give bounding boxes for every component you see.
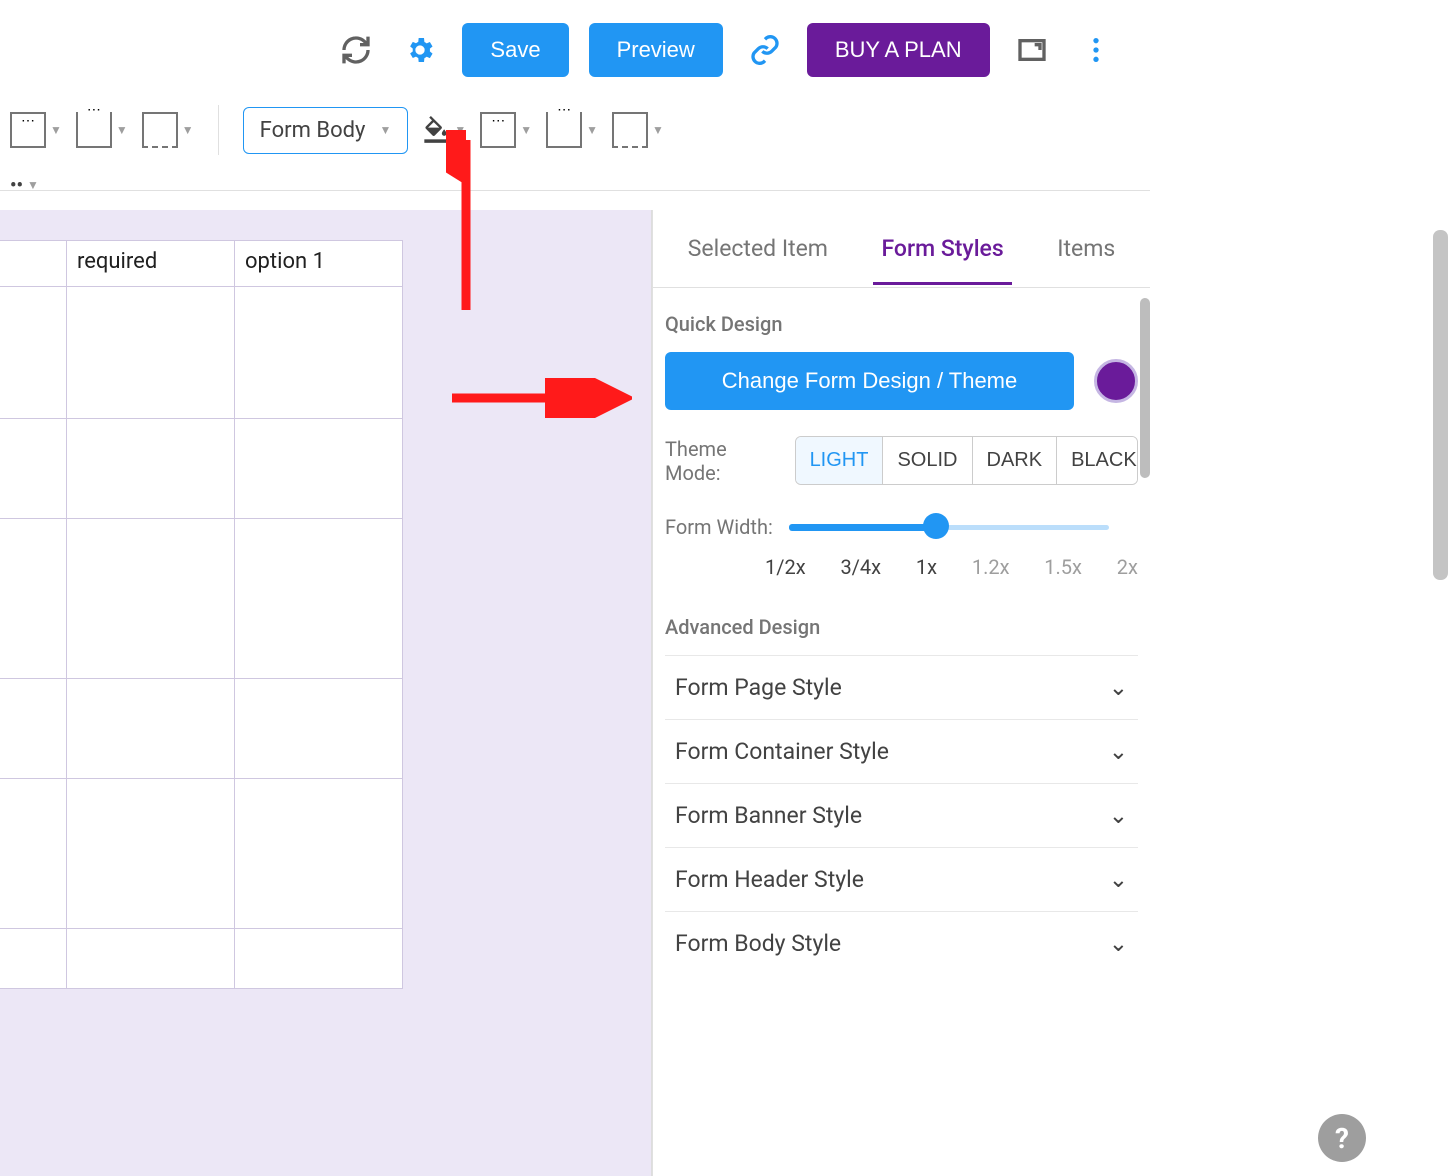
grid-cell: choice (0, 287, 67, 419)
theme-color-swatch[interactable] (1094, 359, 1138, 403)
save-button[interactable]: Save (462, 23, 568, 77)
mode-dark[interactable]: DARK (973, 437, 1058, 484)
change-theme-button[interactable]: Change Form Design / Theme (665, 352, 1074, 410)
theme-mode-label: Theme Mode: (665, 437, 783, 485)
tab-form-styles[interactable]: Form Styles (873, 213, 1011, 284)
link-icon[interactable] (743, 28, 787, 72)
grid-header-required: required (67, 241, 235, 287)
mode-black[interactable]: BLACK (1057, 437, 1138, 484)
toolbar-divider (218, 105, 219, 155)
quick-design-label: Quick Design (665, 312, 1138, 336)
advanced-design-label: Advanced Design (665, 615, 1138, 639)
annotation-arrow-right (452, 378, 632, 418)
theme-mode-segmented: LIGHT SOLID DARK BLACK (795, 436, 1138, 485)
grid-cell[interactable] (67, 519, 235, 679)
sub-toolbar: ••▼ (0, 160, 1452, 210)
sync-icon[interactable] (334, 28, 378, 72)
grid-cell[interactable] (235, 779, 403, 929)
chevron-down-icon: ⌄ (1109, 738, 1128, 765)
tab-items[interactable]: Items (1049, 213, 1123, 284)
help-button[interactable]: ? (1318, 1114, 1366, 1162)
panel-scrollbar[interactable] (1140, 298, 1150, 478)
grid-cell[interactable] (0, 929, 67, 989)
border-tool-5[interactable]: ▼ (546, 112, 598, 148)
grid-cell[interactable] (235, 929, 403, 989)
side-panel: Selected Item Form Styles Items Quick De… (652, 210, 1150, 1176)
border-tool-1[interactable]: ▼ (10, 112, 62, 148)
buy-plan-button[interactable]: BUY A PLAN (807, 23, 990, 77)
grid-cell[interactable] (235, 419, 403, 519)
mode-solid[interactable]: SOLID (883, 437, 972, 484)
chevron-down-icon: ⌄ (1109, 866, 1128, 893)
element-selector[interactable]: Form Body ▼ (243, 107, 409, 154)
format-toolbar: ▼ ▼ ▼ Form Body ▼ ▼ ▼ ▼ ▼ (0, 100, 1452, 160)
grid-cell: wer (0, 419, 67, 519)
annotation-arrow-down (446, 130, 486, 310)
grid-cell[interactable] (67, 779, 235, 929)
canvas: required option 1 choice wer choice (0, 210, 652, 1176)
grid-cell[interactable] (67, 419, 235, 519)
panel-body: Quick Design Change Form Design / Theme … (653, 288, 1150, 1176)
grid-cell[interactable] (235, 519, 403, 679)
element-selector-value: Form Body (260, 118, 366, 143)
grid-cell: choice (0, 679, 67, 779)
content-area: required option 1 choice wer choice (0, 210, 1452, 1176)
preview-button[interactable]: Preview (589, 23, 723, 77)
form-width-slider[interactable] (789, 522, 1109, 532)
grid-cell: choice (0, 519, 67, 679)
grid-cell[interactable] (235, 679, 403, 779)
chevron-down-icon: ⌄ (1109, 674, 1128, 701)
grid-cell[interactable] (67, 287, 235, 419)
chevron-down-icon: ⌄ (1109, 930, 1128, 957)
form-width-label: Form Width: (665, 515, 773, 539)
content-top-border (0, 190, 1150, 191)
page-scrollbar[interactable] (1433, 230, 1448, 580)
top-toolbar: Save Preview BUY A PLAN (0, 0, 1452, 100)
mode-light[interactable]: LIGHT (796, 437, 884, 484)
tab-selected-item[interactable]: Selected Item (680, 213, 836, 284)
grid-cell: wer (0, 779, 67, 929)
more-formats[interactable]: ••▼ (10, 175, 39, 196)
adv-form-container-style[interactable]: Form Container Style⌄ (665, 719, 1138, 783)
data-grid[interactable]: required option 1 choice wer choice (0, 240, 403, 989)
adv-form-page-style[interactable]: Form Page Style⌄ (665, 655, 1138, 719)
adv-form-body-style[interactable]: Form Body Style⌄ (665, 911, 1138, 975)
grid-header-blank (0, 241, 67, 287)
grid-cell[interactable] (67, 929, 235, 989)
border-tool-3[interactable]: ▼ (142, 112, 194, 148)
border-tool-6[interactable]: ▼ (612, 112, 664, 148)
grid-cell[interactable] (235, 287, 403, 419)
grid-header-option1: option 1 (235, 241, 403, 287)
chevron-down-icon: ⌄ (1109, 802, 1128, 829)
adv-form-header-style[interactable]: Form Header Style⌄ (665, 847, 1138, 911)
more-icon[interactable] (1074, 28, 1118, 72)
panel-tabs: Selected Item Form Styles Items (653, 210, 1150, 288)
settings-icon[interactable] (398, 28, 442, 72)
form-width-ticks: 1/2x 3/4x 1x 1.2x 1.5x 2x (665, 555, 1138, 579)
border-tool-2[interactable]: ▼ (76, 112, 128, 148)
fullscreen-icon[interactable] (1010, 28, 1054, 72)
adv-form-banner-style[interactable]: Form Banner Style⌄ (665, 783, 1138, 847)
border-tool-4[interactable]: ▼ (480, 112, 532, 148)
grid-cell[interactable] (67, 679, 235, 779)
